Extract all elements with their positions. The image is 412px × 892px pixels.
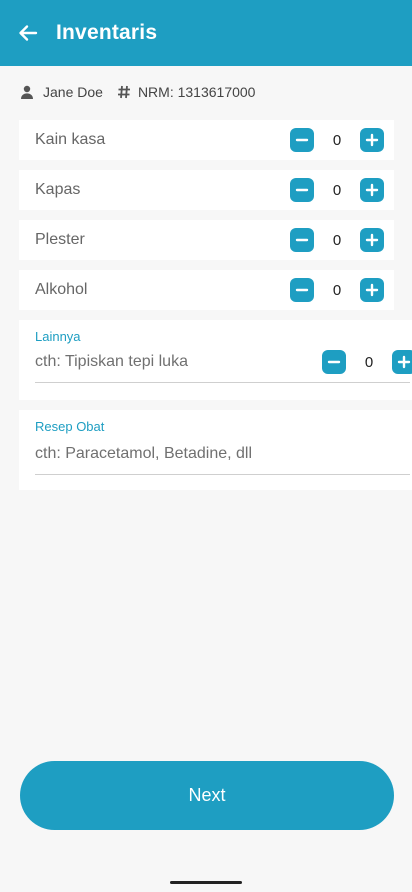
plus-icon: [365, 283, 379, 297]
lainnya-input[interactable]: [35, 350, 322, 374]
minus-icon: [295, 138, 309, 142]
minus-icon: [295, 288, 309, 292]
item-label: Alkohol: [35, 281, 88, 298]
plus-icon: [365, 233, 379, 247]
input-underline: [35, 382, 410, 383]
plus-button[interactable]: [360, 228, 384, 252]
minus-button[interactable]: [290, 228, 314, 252]
quantity-stepper: 0: [290, 128, 384, 152]
item-label: Plester: [35, 231, 85, 248]
inventory-item-kapas: Kapas 0: [19, 170, 394, 210]
page-title: Inventaris: [56, 21, 158, 44]
app-bar: Inventaris: [0, 0, 412, 66]
resep-obat-card: Resep Obat: [19, 410, 412, 490]
next-button[interactable]: Next: [20, 761, 394, 830]
patient-name: Jane Doe: [43, 84, 103, 100]
plus-button[interactable]: [392, 350, 412, 374]
quantity-value: 0: [364, 353, 374, 371]
minus-button[interactable]: [322, 350, 346, 374]
quantity-stepper: 0: [290, 228, 384, 252]
resep-obat-label: Resep Obat: [35, 419, 105, 434]
patient-info: Jane Doe NRM: 1313617000: [20, 82, 255, 102]
plus-icon: [365, 133, 379, 147]
person-icon: [20, 85, 34, 99]
minus-icon: [327, 360, 341, 364]
plus-icon: [365, 183, 379, 197]
plus-icon: [397, 355, 411, 369]
minus-icon: [295, 238, 309, 242]
plus-button[interactable]: [360, 278, 384, 302]
item-label: Kain kasa: [35, 131, 106, 148]
quantity-value: 0: [332, 181, 342, 199]
lainnya-card: Lainnya 0: [19, 320, 412, 400]
inventory-item-plester: Plester 0: [19, 220, 394, 260]
quantity-value: 0: [332, 281, 342, 299]
quantity-value: 0: [332, 131, 342, 149]
quantity-stepper: 0: [290, 278, 384, 302]
hash-icon: [117, 85, 131, 99]
quantity-stepper: 0: [290, 178, 384, 202]
plus-button[interactable]: [360, 128, 384, 152]
inventory-item-alkohol: Alkohol 0: [19, 270, 394, 310]
home-indicator: [170, 881, 242, 884]
minus-icon: [295, 188, 309, 192]
plus-button[interactable]: [360, 178, 384, 202]
quantity-value: 0: [332, 231, 342, 249]
arrow-left-icon[interactable]: [18, 23, 38, 43]
resep-obat-input[interactable]: [35, 442, 410, 466]
patient-nrm: NRM: 1313617000: [137, 84, 256, 100]
minus-button[interactable]: [290, 278, 314, 302]
minus-button[interactable]: [290, 178, 314, 202]
inventory-item-kain-kasa: Kain kasa 0: [19, 120, 394, 160]
item-label: Kapas: [35, 181, 81, 198]
input-underline: [35, 474, 410, 475]
minus-button[interactable]: [290, 128, 314, 152]
quantity-stepper: 0: [322, 350, 412, 374]
lainnya-label: Lainnya: [35, 329, 81, 344]
